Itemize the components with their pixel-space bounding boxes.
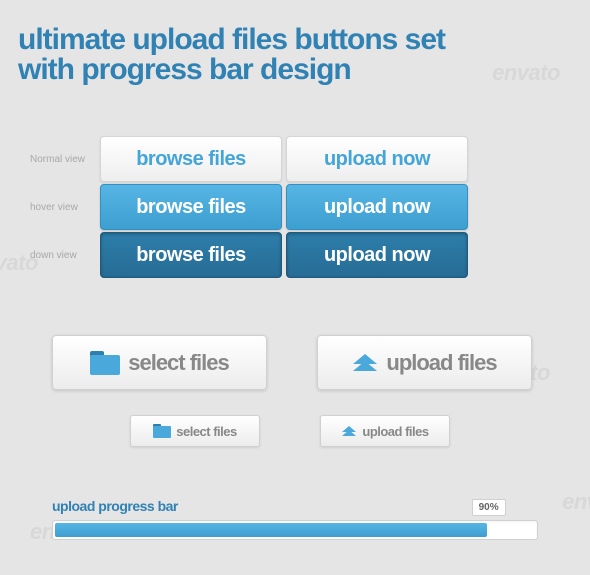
watermark: envato <box>562 489 590 515</box>
progress-percent-badge: 90% <box>472 499 506 516</box>
button-states-grid: Normal view browse files upload now hove… <box>30 135 468 279</box>
small-buttons-row: select files upload files <box>130 415 450 447</box>
title-line-2: with progress bar design <box>18 55 445 85</box>
select-files-button-small[interactable]: select files <box>130 415 260 447</box>
state-label-hover: hover view <box>30 202 100 213</box>
progress-label: upload progress bar <box>52 498 538 514</box>
progress-section: upload progress bar 90% <box>52 498 538 540</box>
browse-files-button-hover[interactable]: browse files <box>100 184 282 230</box>
upload-files-button[interactable]: upload files <box>317 335 532 390</box>
select-files-button[interactable]: select files <box>52 335 267 390</box>
browse-files-button-down[interactable]: browse files <box>100 232 282 278</box>
progress-fill <box>55 523 487 537</box>
upload-files-label-small: upload files <box>362 424 428 439</box>
icon-buttons-row: select files upload files <box>52 335 532 390</box>
state-label-normal: Normal view <box>30 154 100 165</box>
upload-files-label: upload files <box>386 350 496 376</box>
chevrons-up-icon <box>341 423 357 439</box>
watermark: envato <box>492 60 560 86</box>
folder-icon <box>153 424 171 438</box>
button-row-down: browse files upload now <box>100 232 468 278</box>
chevrons-up-icon <box>352 350 378 376</box>
upload-now-button-down[interactable]: upload now <box>286 232 468 278</box>
folder-icon <box>90 351 120 375</box>
upload-files-button-small[interactable]: upload files <box>320 415 450 447</box>
button-row-hover: browse files upload now <box>100 184 468 230</box>
page-title: ultimate upload files buttons set with p… <box>18 25 445 85</box>
select-files-label-small: select files <box>176 424 237 439</box>
upload-now-button-hover[interactable]: upload now <box>286 184 468 230</box>
progress-bar[interactable]: 90% <box>52 520 538 540</box>
upload-now-button-normal[interactable]: upload now <box>286 136 468 182</box>
select-files-label: select files <box>128 350 229 376</box>
state-label-down: down view <box>30 250 100 261</box>
browse-files-button-normal[interactable]: browse files <box>100 136 282 182</box>
button-row-normal: browse files upload now <box>100 136 468 182</box>
title-line-1: ultimate upload files buttons set <box>18 25 445 55</box>
